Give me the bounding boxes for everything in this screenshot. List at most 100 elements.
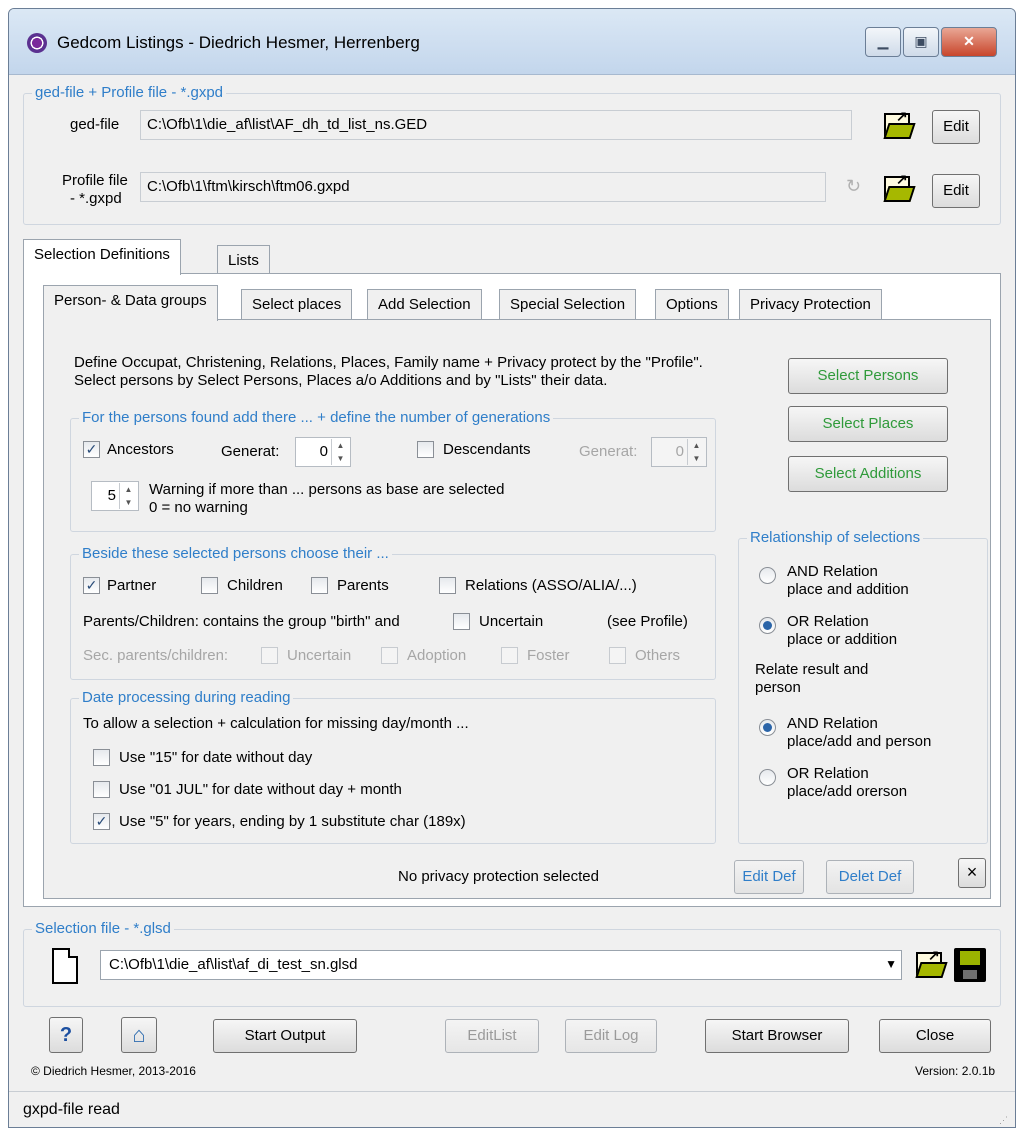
descendants-label: Descendants [443,441,531,458]
open-selection-folder-icon[interactable]: ↗ [914,948,948,980]
sec-uncertain-label: Uncertain [287,647,352,664]
relationship-legend: Relationship of selections [747,529,924,546]
ged-file-field[interactable]: C:\Ofb\1\die_af\list\AF_dh_td_list_ns.GE… [140,110,852,140]
use-5-label: Use "5" for years, ending by 1 substitut… [119,813,466,830]
or-relation-1-label: OR Relation [787,613,869,630]
select-additions-button[interactable]: Select Additions [788,456,948,492]
beside-group: Beside these selected persons choose the… [70,545,716,680]
relate-result-sub: person [755,679,801,696]
use-15-checkbox[interactable] [93,749,110,766]
edit-list-button[interactable]: EditList [445,1019,539,1053]
warning-count-spinner[interactable]: 5 ▲ ▼ [91,481,139,511]
others-checkbox[interactable] [609,647,626,664]
warning-zero-label: 0 = no warning [149,499,248,516]
children-checkbox[interactable] [201,577,218,594]
tab-privacy-protection[interactable]: Privacy Protection [739,289,882,319]
new-document-icon[interactable] [52,948,78,984]
window-title: Gedcom Listings - Diedrich Hesmer, Herre… [57,33,420,52]
help-button[interactable]: ? [49,1017,83,1053]
relations-checkbox[interactable] [439,577,456,594]
select-persons-button[interactable]: Select Persons [788,358,948,394]
descendants-generations-spinner[interactable]: 0 ▲ ▼ [651,437,707,467]
or-relation-2-sub: place/add orerson [787,783,908,800]
and-relation-2-label: AND Relation [787,715,878,732]
tab-select-places[interactable]: Select places [241,289,353,319]
tab-person-data-groups[interactable]: Person- & Data groups [43,285,218,321]
close-button[interactable]: Close [879,1019,991,1053]
maximize-button[interactable]: ▣ [903,27,939,57]
ancestors-generat-label: Generat: [221,443,280,460]
or-relation-place-person-radio[interactable] [759,769,776,786]
privacy-status-label: No privacy protection selected [398,868,599,885]
and-relation-1-sub: place and addition [787,581,909,598]
adoption-label: Adoption [407,647,467,664]
or-relation-1-sub: place or addition [787,631,898,648]
start-output-button[interactable]: Start Output [213,1019,357,1053]
refresh-icon[interactable]: ↻ [846,176,861,197]
partner-label: Partner [107,577,157,594]
tab-selection-definitions[interactable]: Selection Definitions [23,239,181,275]
profile-file-field[interactable]: C:\Ofb\1\ftm\kirsch\ftm06.gxpd [140,172,826,202]
foster-checkbox[interactable] [501,647,518,664]
parents-label: Parents [337,577,389,594]
person-data-groups-page: Define Occupat, Christening, Relations, … [43,319,991,899]
selection-file-group: Selection file - *.glsd C:\Ofb\1\die_af\… [23,920,1001,1007]
edit-ged-button[interactable]: Edit [932,110,980,144]
and-relation-place-addition-radio[interactable] [759,567,776,584]
parents-checkbox[interactable] [311,577,328,594]
adoption-checkbox[interactable] [381,647,398,664]
resize-grip-icon[interactable]: ⋰ [999,1115,1009,1125]
edit-profile-button[interactable]: Edit [932,174,980,208]
ancestors-checkbox[interactable]: ✓ [83,441,100,458]
delet-def-button[interactable]: Delet Def [826,860,914,894]
close-window-button[interactable]: ✕ [941,27,997,57]
clear-button[interactable]: × [958,858,986,888]
descendants-checkbox[interactable] [417,441,434,458]
date-processing-group: Date processing during reading To allow … [70,689,716,844]
sec-parents-label: Sec. parents/children: [83,647,229,664]
intro-line-1: Define Occupat, Christening, Relations, … [74,354,703,371]
sec-uncertain-checkbox[interactable] [261,647,278,664]
use-01jul-checkbox[interactable] [93,781,110,798]
tab-add-selection[interactable]: Add Selection [367,289,482,319]
or-relation-place-addition-radio[interactable] [759,617,776,634]
partner-checkbox[interactable]: ✓ [83,577,100,594]
and-relation-place-person-radio[interactable] [759,719,776,736]
version-label: Version: 2.0.1b [915,1064,996,1078]
selection-file-value: C:\Ofb\1\die_af\list\af_di_test_sn.glsd [109,956,358,973]
tab-lists[interactable]: Lists [217,245,270,273]
generations-group: For the persons found add there ... + de… [70,409,716,532]
uncertain-checkbox[interactable] [453,613,470,630]
selection-file-legend: Selection file - *.glsd [32,920,174,937]
others-label: Others [635,647,681,664]
files-group-legend: ged-file + Profile file - *.gxpd [32,84,227,101]
chevron-down-icon[interactable]: ▼ [885,957,897,971]
or-relation-2-label: OR Relation [787,765,869,782]
minimize-button[interactable]: ▁ [865,27,901,57]
date-intro-label: To allow a selection + calculation for m… [83,715,469,732]
open-ged-folder-icon[interactable]: ↗ [882,109,916,141]
uncertain-label: Uncertain [479,613,544,630]
foster-label: Foster [527,647,570,664]
intro-line-2: Select persons by Select Persons, Places… [74,372,608,389]
relationship-group: Relationship of selections AND Relation … [738,529,988,844]
descendants-generat-label: Generat: [579,443,638,460]
parents-children-label: Parents/Children: contains the group "bi… [83,613,400,630]
open-profile-folder-icon[interactable]: ↗ [882,172,916,204]
and-relation-1-label: AND Relation [787,563,878,580]
start-browser-button[interactable]: Start Browser [705,1019,849,1053]
tab-special-selection[interactable]: Special Selection [499,289,637,319]
save-disk-icon[interactable] [954,948,986,982]
main-window: Gedcom Listings - Diedrich Hesmer, Herre… [8,8,1016,1128]
edit-log-button[interactable]: Edit Log [565,1019,657,1053]
select-places-button[interactable]: Select Places [788,406,948,442]
relations-label: Relations (ASSO/ALIA/...) [465,577,637,594]
use-5-checkbox[interactable]: ✓ [93,813,110,830]
ancestors-generations-spinner[interactable]: 0 ▲ ▼ [295,437,351,467]
tab-options[interactable]: Options [655,289,729,319]
ged-file-label: ged-file [70,116,120,133]
generations-legend: For the persons found add there ... + de… [79,409,554,426]
selection-file-combo[interactable]: C:\Ofb\1\die_af\list\af_di_test_sn.glsd … [100,950,902,980]
home-button[interactable]: ⌂ [121,1017,157,1053]
edit-def-button[interactable]: Edit Def [734,860,804,894]
